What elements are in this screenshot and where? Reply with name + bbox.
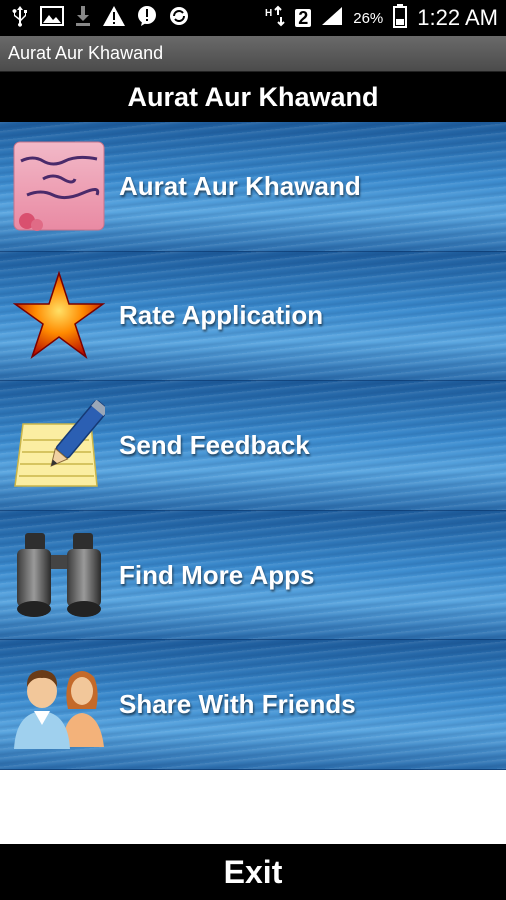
menu-item-label: Rate Application bbox=[119, 300, 324, 331]
data-icon: H bbox=[265, 5, 285, 31]
battery-icon bbox=[393, 4, 408, 32]
warning-icon bbox=[102, 5, 126, 31]
binoculars-icon bbox=[12, 528, 106, 622]
exit-button[interactable]: Exit bbox=[0, 844, 506, 900]
status-bar: H 2 26% 1:22 AM bbox=[0, 0, 506, 36]
menu-item-label: Aurat Aur Khawand bbox=[119, 170, 361, 201]
menu-item-label: Share With Friends bbox=[119, 689, 356, 720]
menu-item-send-feedback[interactable]: Send Feedback bbox=[0, 381, 506, 511]
empty-area bbox=[0, 770, 506, 844]
page-title: Aurat Aur Khawand bbox=[0, 72, 506, 122]
download-icon bbox=[74, 5, 92, 31]
sim-2-icon: 2 bbox=[295, 9, 312, 27]
sync-icon bbox=[168, 5, 190, 31]
menu-item-find-more-apps[interactable]: Find More Apps bbox=[0, 510, 506, 641]
notepad-pencil-icon bbox=[12, 398, 106, 492]
menu-item-share-with-friends[interactable]: Share With Friends bbox=[0, 640, 506, 770]
people-icon bbox=[12, 658, 106, 752]
menu-item-rate-application[interactable]: Rate Application bbox=[0, 251, 506, 382]
star-icon bbox=[12, 269, 106, 363]
menu-item-aurat-aur-khawand[interactable]: Aurat Aur Khawand bbox=[0, 122, 506, 252]
image-icon bbox=[40, 6, 64, 30]
menu-item-label: Send Feedback bbox=[119, 429, 310, 460]
app-screen: H 2 26% 1:22 AM Aurat Aur Khawand Aurat … bbox=[0, 0, 506, 900]
usb-icon bbox=[10, 5, 30, 31]
signal-icon bbox=[321, 6, 343, 30]
svg-text:H: H bbox=[265, 8, 272, 19]
status-left bbox=[10, 5, 190, 31]
app-title-bar: Aurat Aur Khawand bbox=[0, 36, 506, 72]
status-right: H 2 26% 1:22 AM bbox=[265, 4, 498, 32]
main-menu: Aurat Aur Khawand Rate Application Send … bbox=[0, 122, 506, 770]
book-cover-icon bbox=[12, 139, 106, 233]
alert-icon bbox=[136, 5, 158, 31]
menu-item-label: Find More Apps bbox=[119, 559, 315, 590]
clock: 1:22 AM bbox=[417, 5, 498, 30]
battery-percent: 26% bbox=[353, 9, 384, 27]
